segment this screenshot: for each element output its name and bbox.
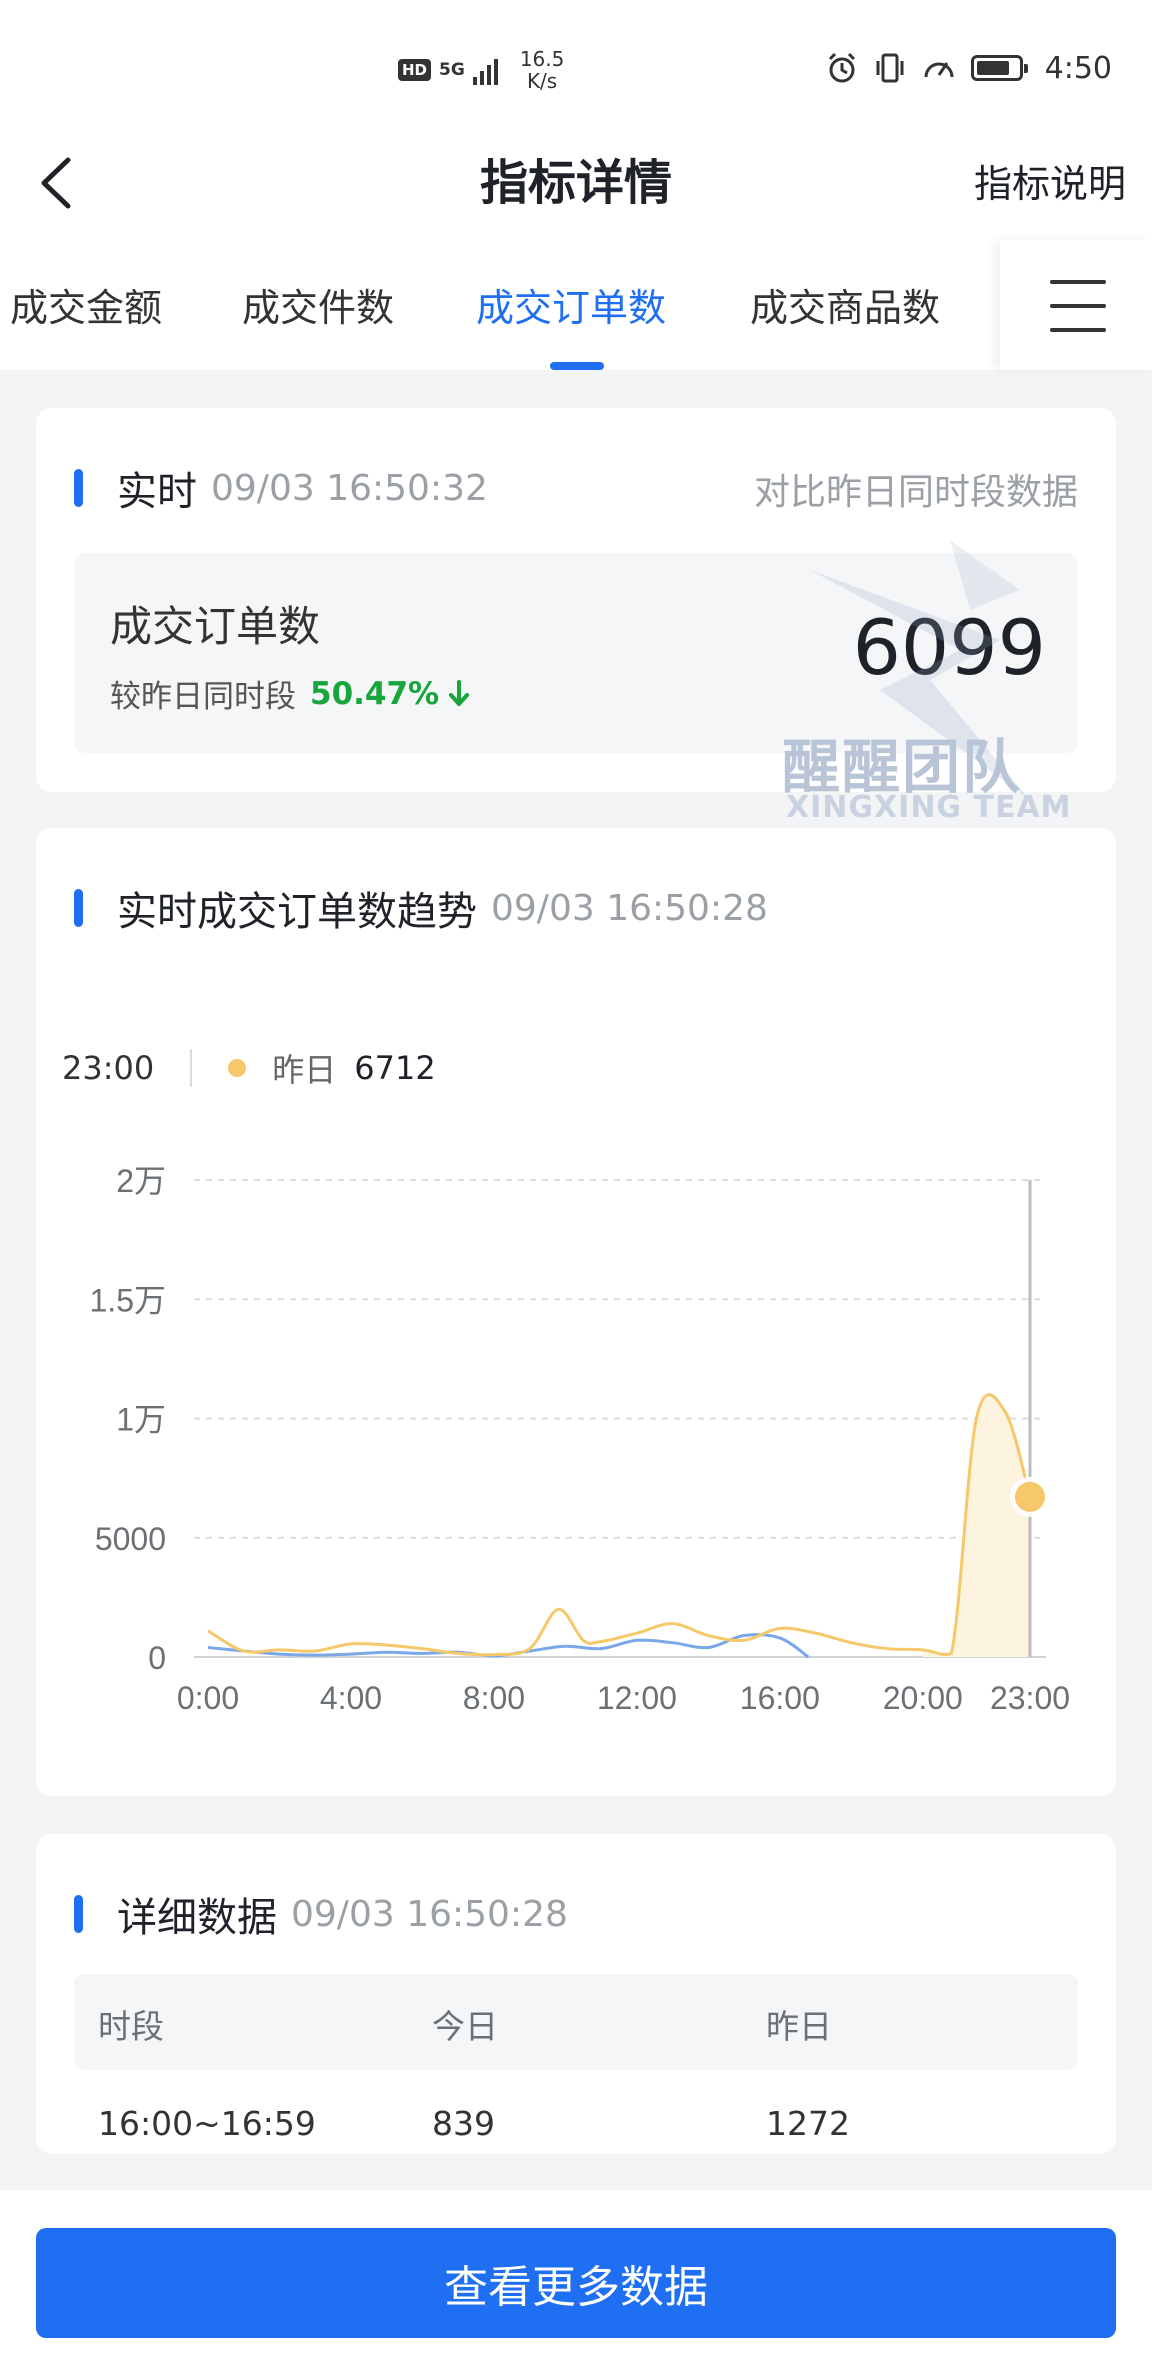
detail-timestamp: 09/03 16:50:28 bbox=[291, 1893, 568, 1935]
cell-period: 16:00~16:59 bbox=[98, 2104, 316, 2143]
metric-tabs: 成交金额 成交件数 成交订单数 成交商品数 bbox=[0, 240, 1152, 370]
status-bar: HD 5G 16.5 K/s 4:50 bbox=[0, 0, 1152, 130]
vibrate-icon bbox=[876, 53, 904, 83]
section-marker bbox=[74, 889, 83, 927]
tab-item-count[interactable]: 成交件数 bbox=[242, 280, 394, 336]
metric-value: 6099 bbox=[852, 603, 1046, 692]
detail-card: 详细数据 09/03 16:50:28 时段 今日 昨日 16:00~16:59… bbox=[36, 1834, 1116, 2154]
section-marker bbox=[74, 469, 83, 507]
realtime-timestamp: 09/03 16:50:32 bbox=[211, 467, 488, 509]
trend-timestamp: 09/03 16:50:28 bbox=[491, 887, 768, 929]
tooltip-series-dot bbox=[228, 1059, 247, 1077]
trend-card: 实时成交订单数趋势 09/03 16:50:28 bbox=[36, 828, 1116, 1796]
cell-today: 839 bbox=[432, 2104, 495, 2143]
tooltip-value: 6712 bbox=[354, 1049, 436, 1087]
tooltip-series-name: 昨日 bbox=[272, 1051, 337, 1089]
active-tab-indicator bbox=[550, 362, 604, 370]
compare-label: 较昨日同时段 bbox=[110, 679, 296, 715]
metric-compare: 较昨日同时段 50.47% bbox=[110, 671, 471, 716]
metric-name: 成交订单数 bbox=[110, 602, 321, 651]
column-header-today: 今日 bbox=[432, 2007, 498, 2046]
alarm-icon bbox=[828, 52, 855, 83]
detail-header: 详细数据 09/03 16:50:28 bbox=[74, 1884, 568, 1944]
view-more-data-button[interactable]: 查看更多数据 bbox=[36, 2228, 1116, 2338]
speed-value: 16.5 bbox=[519, 47, 565, 71]
column-header-yesterday: 昨日 bbox=[766, 2007, 832, 2046]
page: HD 5G 16.5 K/s 4:50 指标详情 指标说明 成交金额 成交件数 … bbox=[0, 0, 1152, 2376]
speed-unit: K/s bbox=[526, 69, 558, 93]
tooltip-time: 23:00 bbox=[62, 1049, 155, 1087]
metric-description-link[interactable]: 指标说明 bbox=[974, 154, 1126, 214]
trend-title: 实时成交订单数趋势 bbox=[117, 889, 477, 935]
tab-order-count[interactable]: 成交订单数 bbox=[476, 280, 666, 336]
nav-bar: 指标详情 指标说明 bbox=[0, 130, 1152, 240]
speed-icon bbox=[924, 62, 954, 78]
hd-badge: HD bbox=[398, 59, 432, 81]
bottom-bar: 查看更多数据 bbox=[0, 2190, 1152, 2376]
tab-product-count[interactable]: 成交商品数 bbox=[750, 280, 940, 336]
trend-header: 实时成交订单数趋势 09/03 16:50:28 bbox=[74, 878, 768, 938]
section-marker bbox=[74, 1895, 83, 1933]
watermark-subtext: XINGXING TEAM bbox=[786, 790, 1072, 825]
table-header: 时段 今日 昨日 bbox=[74, 1974, 1078, 2070]
network-speed: 16.5 K/s bbox=[520, 48, 565, 92]
chart-tooltip: 23:00 昨日 6712 bbox=[62, 1040, 436, 1096]
clock: 4:50 bbox=[1044, 50, 1112, 86]
compare-percent: 50.47% bbox=[310, 675, 440, 712]
detail-title: 详细数据 bbox=[117, 1895, 277, 1941]
tab-gmv[interactable]: 成交金额 bbox=[10, 280, 162, 336]
signal-icon bbox=[472, 55, 498, 85]
tab-menu-button[interactable] bbox=[1000, 240, 1152, 370]
column-header-period: 时段 bbox=[98, 2007, 164, 2046]
back-icon[interactable] bbox=[30, 148, 90, 218]
compare-note: 对比昨日同时段数据 bbox=[753, 472, 1078, 513]
tooltip-divider bbox=[190, 1049, 193, 1087]
arrow-down-icon bbox=[449, 679, 470, 706]
status-left: HD 5G 16.5 K/s bbox=[398, 40, 564, 100]
status-right: 4:50 bbox=[825, 44, 1112, 92]
realtime-header: 实时 09/03 16:50:32 bbox=[74, 458, 488, 518]
cell-yesterday: 1272 bbox=[766, 2104, 850, 2143]
network-type: 5G bbox=[439, 60, 465, 80]
battery-icon bbox=[970, 55, 1028, 81]
realtime-title: 实时 bbox=[117, 469, 197, 515]
menu-icon bbox=[1050, 280, 1106, 332]
